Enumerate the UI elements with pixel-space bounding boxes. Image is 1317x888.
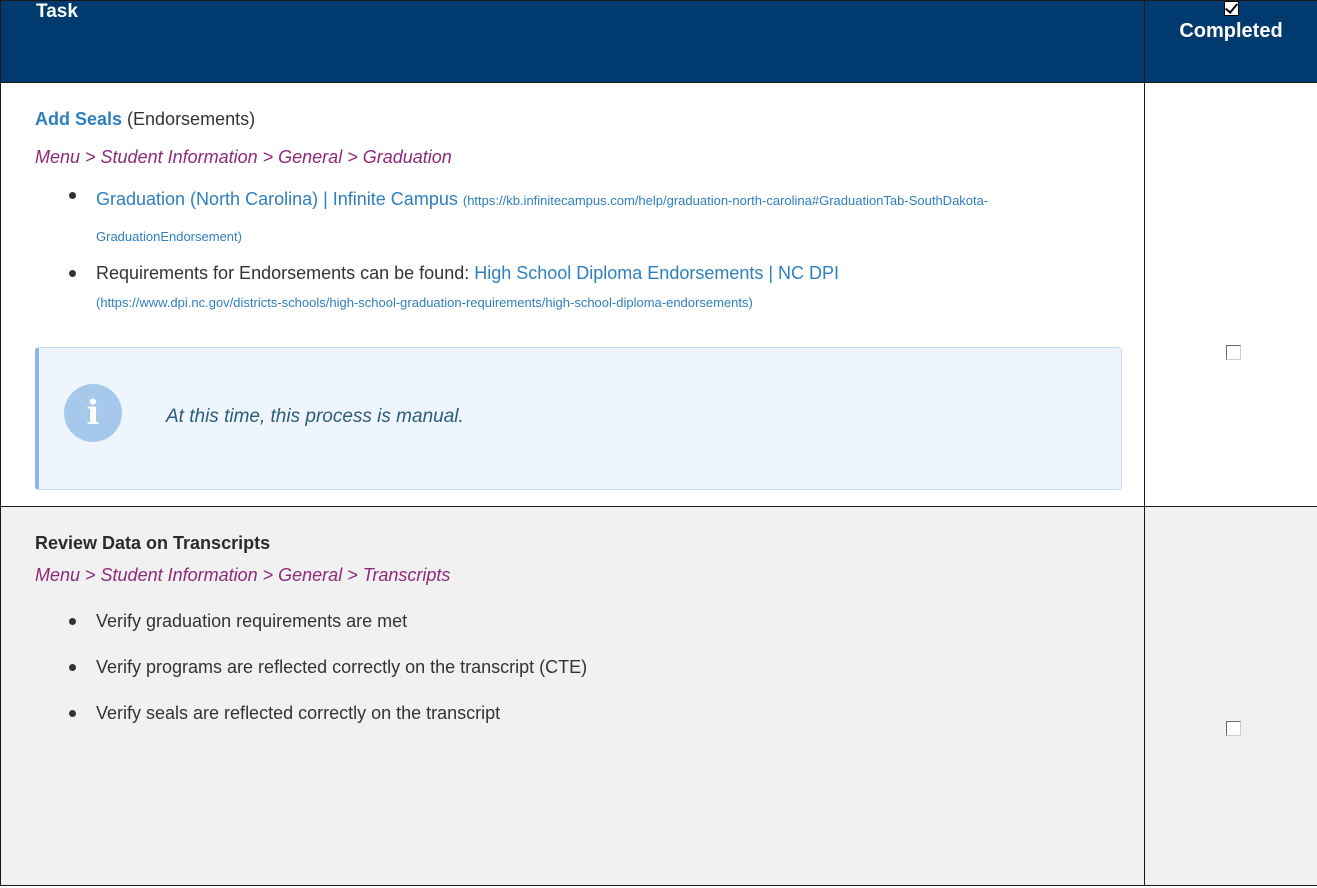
completed-header-label: Completed	[1179, 20, 1283, 42]
table-header: Task Completed	[0, 0, 1317, 83]
diploma-endorsements-link[interactable]: High School Diploma Endorsements | NC DP…	[474, 263, 839, 283]
list-item: Verify graduation requirements are met	[35, 609, 1124, 633]
link-url: (https://www.dpi.nc.gov/districts-school…	[96, 295, 753, 310]
task-cell: Review Data on Transcripts Menu > Studen…	[0, 506, 1145, 886]
menu-path: Menu > Student Information > General > G…	[35, 147, 452, 167]
list-item: Verify seals are reflected correctly on …	[35, 701, 1124, 725]
completed-cell	[1144, 82, 1317, 507]
table-row: Add Seals (Endorsements) Menu > Student …	[0, 82, 1317, 507]
completed-checkbox[interactable]	[1226, 721, 1241, 736]
task-checklist-table: Task Completed Add Seals (Endorsements) …	[0, 0, 1317, 886]
task-steps-list: Graduation (North Carolina) | Infinite C…	[35, 183, 1124, 321]
table-row: Review Data on Transcripts Menu > Studen…	[0, 506, 1317, 886]
add-seals-link[interactable]: Add Seals	[35, 109, 122, 129]
task-title: Add Seals (Endorsements)	[35, 107, 1124, 131]
task-title: Review Data on Transcripts	[35, 533, 271, 553]
task-cell: Add Seals (Endorsements) Menu > Student …	[0, 82, 1145, 507]
completed-column-header: Completed	[1144, 0, 1317, 83]
task-steps-list: Verify graduation requirements are met V…	[35, 609, 1124, 725]
callout-text: At this time, this process is manual.	[166, 406, 464, 427]
task-column-header: Task	[0, 0, 1145, 83]
info-callout: i At this time, this process is manual.	[35, 347, 1122, 490]
list-item: Verify programs are reflected correctly …	[35, 655, 1124, 679]
list-item-text: Requirements for Endorsements can be fou…	[96, 263, 475, 283]
completed-checkbox[interactable]	[1226, 345, 1241, 360]
menu-path: Menu > Student Information > General > T…	[35, 565, 451, 585]
list-item: Graduation (North Carolina) | Infinite C…	[35, 183, 1124, 255]
completed-cell	[1144, 506, 1317, 886]
graduation-nc-link[interactable]: Graduation (North Carolina) | Infinite C…	[96, 189, 458, 209]
info-icon: i	[64, 384, 122, 442]
checkbox-checked-icon	[1223, 1, 1239, 16]
list-item: Requirements for Endorsements can be fou…	[35, 261, 1124, 321]
task-title-suffix: (Endorsements)	[122, 109, 256, 129]
